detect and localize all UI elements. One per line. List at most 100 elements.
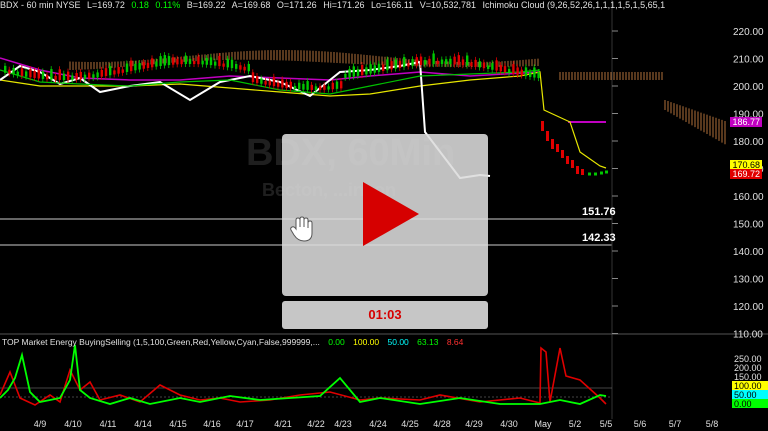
candle-body bbox=[193, 60, 196, 65]
candle-body bbox=[293, 85, 297, 89]
candle-body bbox=[335, 81, 339, 89]
candle-body bbox=[222, 63, 225, 67]
candle-body bbox=[377, 63, 381, 72]
candle-body bbox=[365, 67, 368, 75]
candle-body bbox=[571, 160, 574, 168]
x-axis-label: 4/22 bbox=[307, 419, 325, 429]
candle-body bbox=[566, 156, 569, 164]
price-tag-cloud: 186.77 bbox=[730, 117, 762, 127]
candle-body bbox=[25, 71, 28, 77]
candle-body bbox=[41, 71, 45, 79]
candle-body bbox=[20, 68, 24, 76]
candle-body bbox=[487, 65, 490, 69]
candle-body bbox=[134, 63, 137, 71]
candle-body bbox=[323, 85, 326, 90]
candle-body bbox=[205, 58, 208, 65]
candle-body bbox=[277, 82, 280, 87]
price-tick-label: 160.00 bbox=[733, 192, 764, 203]
candle-body bbox=[449, 58, 452, 65]
candle-body bbox=[495, 60, 498, 71]
x-axis-label: 4/10 bbox=[64, 419, 82, 429]
ichimoku-cloud bbox=[0, 30, 728, 148]
indicator-axis: 250.00200.00150.00100.0050.000.00 bbox=[732, 354, 768, 409]
x-axis: 4/9 4/10 4/11 4/14 4/15 4/16 4/17 4/21 4/22 4/23 4… bbox=[34, 419, 719, 429]
candle-body bbox=[491, 63, 494, 70]
candle-body bbox=[310, 84, 313, 90]
candle-body bbox=[117, 67, 120, 74]
candle-body bbox=[390, 61, 393, 70]
candle-body bbox=[289, 81, 292, 89]
change-percent: 0.11% bbox=[155, 0, 181, 10]
indicator-value-2: 100.00 bbox=[353, 337, 380, 347]
x-axis-label: 4/21 bbox=[274, 419, 292, 429]
play-icon[interactable] bbox=[361, 180, 421, 248]
candle-body bbox=[138, 62, 141, 70]
hand-cursor-icon bbox=[290, 216, 313, 242]
candle-body bbox=[268, 80, 271, 86]
candle-body bbox=[415, 57, 418, 66]
candle-body bbox=[407, 63, 410, 67]
candle-body bbox=[29, 69, 32, 78]
candle-body bbox=[167, 56, 171, 66]
candle-body bbox=[306, 81, 309, 90]
candle-body bbox=[436, 60, 439, 65]
x-axis-label: 4/23 bbox=[334, 419, 352, 429]
x-axis-label: 4/11 bbox=[100, 419, 117, 429]
candle-body bbox=[482, 62, 486, 69]
candle-body bbox=[239, 65, 242, 70]
candle-body bbox=[440, 59, 444, 65]
candle-body bbox=[184, 55, 187, 65]
change-value: 0.18 bbox=[131, 0, 149, 10]
price-tick-label: 120.00 bbox=[733, 302, 764, 313]
candle-body bbox=[541, 121, 544, 131]
chart-header: BDX - 60 min NYSE L=169.72 0.18 0.11% B=… bbox=[0, 0, 669, 12]
indicator-tick-label: 0.00 bbox=[734, 399, 752, 409]
ask-value: A=169.68 bbox=[231, 0, 271, 10]
candle-body bbox=[520, 69, 523, 76]
candle-body bbox=[33, 70, 36, 78]
candle-body bbox=[605, 170, 608, 174]
candle-body bbox=[180, 59, 183, 65]
candle-body bbox=[600, 171, 603, 175]
candle-body bbox=[37, 70, 40, 79]
candle-body bbox=[302, 83, 305, 90]
candle-body bbox=[503, 66, 507, 73]
video-time: 01:03 bbox=[368, 307, 402, 322]
candle-body bbox=[551, 139, 554, 149]
candle-body bbox=[54, 75, 57, 80]
price-tick-label: 180.00 bbox=[733, 137, 764, 148]
candle-body bbox=[512, 64, 515, 74]
price-tag-last: 169.72 bbox=[730, 169, 762, 179]
x-axis-label: May bbox=[534, 419, 552, 429]
candle-body bbox=[209, 57, 213, 66]
candle-body bbox=[461, 59, 465, 66]
indicator-header: TOP Market Energy BuyingSelling (1,5,100… bbox=[2, 337, 469, 347]
candle-body bbox=[373, 65, 376, 73]
candle-body bbox=[403, 57, 406, 68]
x-axis-label: 5/6 bbox=[634, 419, 647, 429]
candle-body bbox=[79, 71, 82, 80]
candle-body bbox=[62, 73, 66, 80]
candle-body bbox=[594, 172, 597, 176]
price-tick-label: 200.00 bbox=[733, 82, 764, 93]
x-axis-label: 5/2 bbox=[569, 419, 582, 429]
x-axis-label: 4/25 bbox=[401, 419, 419, 429]
candle-body bbox=[424, 60, 427, 65]
bid-value: B=169.22 bbox=[186, 0, 226, 10]
candle-body bbox=[96, 72, 99, 78]
candle-body bbox=[529, 72, 532, 77]
candle-body bbox=[92, 74, 95, 78]
x-axis-label: 4/17 bbox=[236, 419, 254, 429]
candle-body bbox=[151, 58, 154, 68]
candle-body bbox=[4, 65, 7, 73]
candle-body bbox=[457, 55, 460, 65]
candle-body bbox=[201, 60, 204, 65]
candle-body bbox=[508, 69, 511, 74]
candle-body bbox=[298, 82, 301, 90]
indicator-value-5: 8.64 bbox=[446, 337, 464, 347]
candle-body bbox=[16, 71, 19, 76]
candle-body bbox=[382, 64, 385, 72]
x-axis-label: 5/8 bbox=[706, 419, 719, 429]
candle-body bbox=[243, 66, 246, 71]
candle-body bbox=[453, 56, 456, 65]
